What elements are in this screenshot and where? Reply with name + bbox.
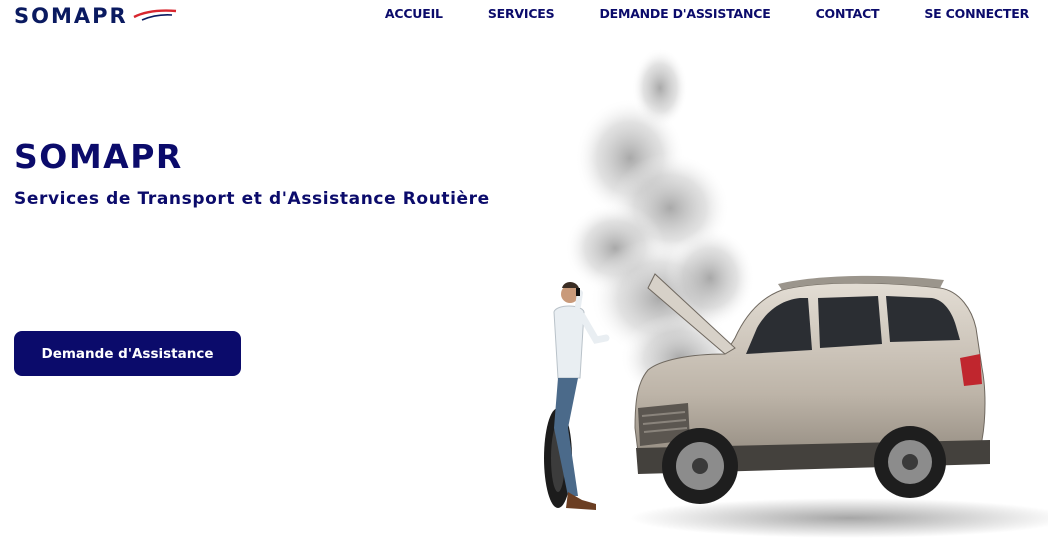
site-header: SOMAP R ACCUEIL SERVICES DEMANDE D'ASSIST… [0, 0, 1048, 34]
nav-contact[interactable]: CONTACT [816, 6, 880, 21]
hero-title: SOMAPR [14, 137, 183, 176]
logo-text: SOMAP [14, 4, 110, 28]
main-nav: ACCUEIL SERVICES DEMANDE D'ASSISTANCE CO… [340, 6, 1029, 21]
logo-text-tail: R [109, 4, 128, 28]
suv-car-icon [634, 273, 990, 504]
demande-assistance-button[interactable]: Demande d'Assistance [14, 331, 241, 376]
logo-swoosh-icon [133, 9, 177, 21]
nav-services[interactable]: SERVICES [488, 6, 555, 21]
nav-accueil[interactable]: ACCUEIL [385, 6, 443, 21]
nav-se-connecter[interactable]: SE CONNECTER [924, 6, 1029, 21]
hero-subtitle: Services de Transport et d'Assistance Ro… [14, 189, 490, 209]
somapr-logo[interactable]: SOMAP R [14, 3, 177, 29]
hero-image [544, 48, 1048, 538]
nav-demande-assistance[interactable]: DEMANDE D'ASSISTANCE [599, 6, 770, 21]
